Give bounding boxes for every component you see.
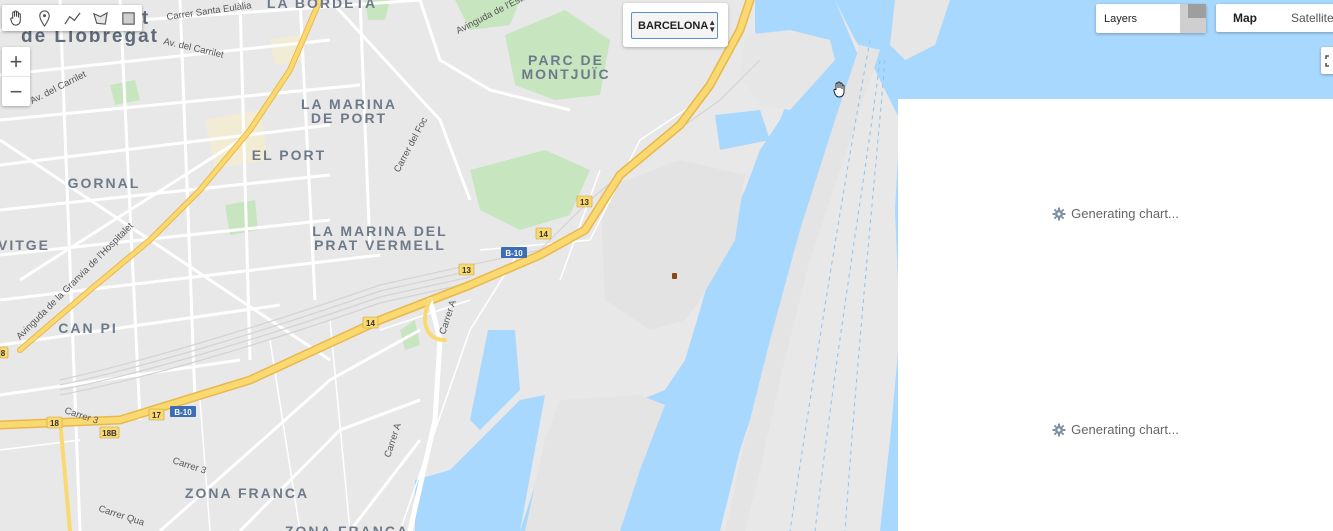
district-montjuic-label: MONTJUÏC [521,66,610,82]
map-type-map-button[interactable]: Map [1216,11,1274,25]
shield-b10: B-10 [501,247,527,258]
svg-text:14: 14 [539,230,548,239]
gear-icon [1052,207,1066,221]
svg-text:8: 8 [1,349,6,358]
shield-13: 13 [458,263,475,276]
polyline-tool-button[interactable] [58,5,86,31]
city-selector-panel: BARCELONA ▲ ▼ [623,3,728,47]
select-arrows-icon: ▲ ▼ [708,17,717,34]
zoom-control: + − [2,47,30,106]
district-gornal-label: GORNAL [68,175,141,191]
city-select[interactable]: BARCELONA ▲ ▼ [631,12,718,39]
district-zona-franca-label: ZONA FRANCA [285,523,409,531]
shield-14: 14 [535,227,552,240]
location-marker[interactable] [672,273,677,279]
zoom-out-button[interactable]: − [2,76,30,106]
drawing-toolbar [2,5,142,31]
chart-loading-status: Generating chart... [898,421,1333,437]
svg-text:B-10: B-10 [174,408,192,417]
district-marina-prat-label: PRAT VERMELL [314,237,446,253]
district-bordeta-label: LA BORDETA [267,0,377,11]
svg-text:17: 17 [152,411,161,420]
pin-icon [38,9,50,27]
district-marina-port-label: DE PORT [311,110,387,126]
map-type-satellite-button[interactable]: Satellite [1274,11,1333,25]
svg-text:13: 13 [462,266,471,275]
polygon-tool-button[interactable] [86,5,114,31]
district-el-port-label: EL PORT [252,147,326,163]
layers-control[interactable]: Layers [1096,4,1206,33]
fullscreen-button[interactable] [1321,47,1333,74]
city-select-value: BARCELONA [638,19,709,32]
district-can-pi-label: CAN PI [58,320,117,336]
svg-text:B-10: B-10 [505,249,523,258]
chart-panel: Generating chart... Generating chart... [898,99,1333,531]
zoom-in-button[interactable]: + [2,47,30,76]
shield-8: 8 [0,346,9,359]
svg-text:14: 14 [366,319,375,328]
hand-tool-button[interactable] [2,5,30,31]
chart-loading-text: Generating chart... [1071,422,1179,438]
hand-icon [9,9,21,26]
polygon-icon [92,11,108,25]
shield-18: 18 [46,416,63,429]
district-bellvitge-label: VITGE [0,237,50,253]
svg-text:18B: 18B [102,429,117,438]
layers-label: Layers [1104,12,1138,25]
gear-icon [1052,423,1066,437]
shield-14: 14 [362,316,379,329]
chart-loading-status: Generating chart... [898,205,1333,221]
layers-toggle-icon[interactable] [1180,4,1206,33]
svg-text:13: 13 [580,198,589,207]
district-zona-franca-label: ZONA FRANCA [185,485,309,501]
shield-13: 13 [576,195,593,208]
shield-18b: 18B [99,426,120,439]
map-type-control: Map Satellite [1216,4,1333,32]
shield-b10: B-10 [170,406,196,417]
svg-text:18: 18 [50,419,59,428]
rectangle-icon [121,11,135,25]
rectangle-tool-button[interactable] [114,5,142,31]
hand-cursor-icon [833,81,845,98]
marker-tool-button[interactable] [30,5,58,31]
shield-17: 17 [148,408,165,421]
polyline-icon [63,11,81,24]
chart-loading-text: Generating chart... [1071,206,1179,222]
fullscreen-icon [1325,54,1333,67]
